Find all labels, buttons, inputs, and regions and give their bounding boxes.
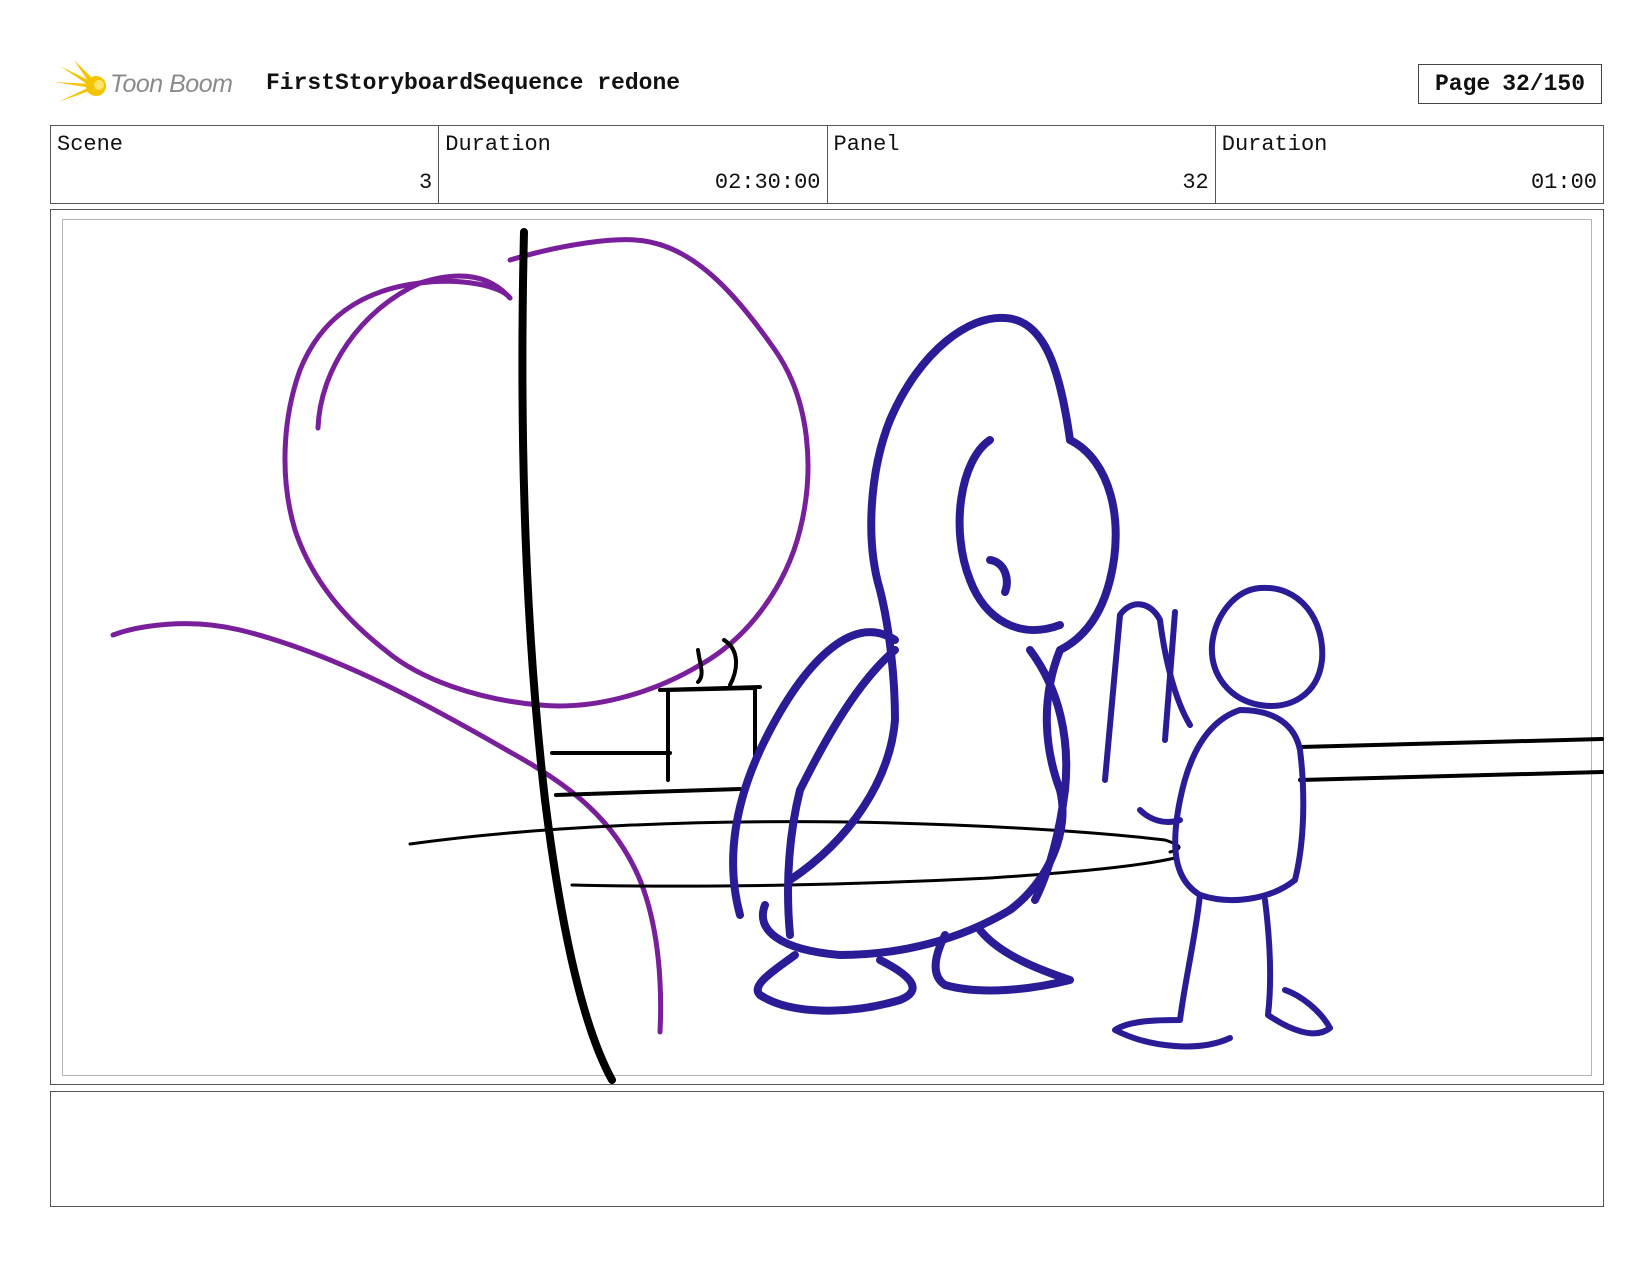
logo-text: Toon Boom xyxy=(110,70,233,98)
child-leg-left xyxy=(1112,892,1233,1050)
purple-sketch-strokes xyxy=(110,237,811,1035)
toon-boom-logo: Toon Boom xyxy=(52,58,252,112)
creature-foot-left xyxy=(753,951,917,1015)
storyboard-sketch xyxy=(110,228,1604,1084)
scene-cell: Scene 3 xyxy=(51,126,440,203)
blue-sketch-strokes xyxy=(729,313,1333,1050)
tree-foliage-inner-stroke xyxy=(315,273,513,431)
page-indicator: Page 32/150 xyxy=(1418,64,1602,104)
rail-right-bottom xyxy=(1298,770,1604,782)
scene-value: 3 xyxy=(419,170,433,195)
panel-duration-value: 01:00 xyxy=(1530,170,1597,195)
scene-label: Scene xyxy=(57,132,124,157)
child-leg-right xyxy=(1262,897,1333,1037)
panel-notes-box[interactable] xyxy=(50,1091,1604,1207)
document-title: FirstStoryboardSequence redone xyxy=(266,70,681,96)
tall-creature xyxy=(729,313,1120,1015)
panel-duration-cell: Duration 01:00 xyxy=(1216,126,1603,203)
rail-left-bottom xyxy=(554,787,742,797)
creature-eye xyxy=(986,556,1011,596)
child-body xyxy=(1172,707,1307,903)
page-label: Page xyxy=(1434,71,1491,97)
toon-boom-starburst-icon xyxy=(54,60,106,110)
rail-right-top xyxy=(1298,737,1604,749)
creature-arm-right xyxy=(1026,646,1071,904)
pole-stroke xyxy=(518,228,616,1084)
creature-head-inner xyxy=(955,436,1064,634)
panel-value: 32 xyxy=(1182,170,1209,195)
creature-arm-left-inner xyxy=(784,646,899,939)
ground-line-bottom xyxy=(570,856,1177,888)
scene-duration-cell: Duration 02:30:00 xyxy=(439,126,828,203)
panel-cell: Panel 32 xyxy=(828,126,1216,203)
child-head xyxy=(1208,584,1326,709)
tree-foliage-stroke xyxy=(282,237,811,709)
panel-label: Panel xyxy=(833,132,900,157)
page-number: 32/150 xyxy=(1502,71,1586,97)
child-figure xyxy=(1102,584,1333,1050)
scene-duration-label: Duration xyxy=(445,132,551,157)
scene-duration-value: 02:30:00 xyxy=(714,170,821,195)
panel-info-row: Scene 3 Duration 02:30:00 Panel 32 Durat… xyxy=(50,125,1604,204)
panel-duration-label: Duration xyxy=(1221,132,1328,157)
